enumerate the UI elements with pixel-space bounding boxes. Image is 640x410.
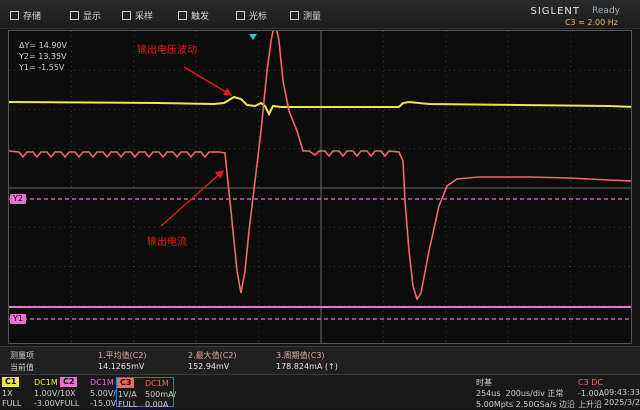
timebase-info[interactable]: 时基 254us 200us/div 正常 5.00Mpts 2.50GSa/s…	[476, 377, 575, 410]
top-menu-bar: 存储 显示 采样 触发 光标 测量 SIGLENT Ready C3 ≈ 2.0…	[0, 0, 640, 29]
menu-display[interactable]: 显示	[70, 8, 101, 22]
trigger-slope: 上升沿	[578, 400, 602, 409]
center-axes	[9, 31, 631, 343]
ch2-badge: C2	[60, 377, 78, 387]
cursor-y1-value: Y1= -1.55V	[19, 63, 65, 72]
menu-save[interactable]: 存储	[10, 8, 41, 22]
trigger-info[interactable]: C3 DC -1.00A 上升沿	[578, 377, 604, 410]
ch2-coupling: DC1M	[90, 378, 114, 387]
ch1-probe: 1X	[2, 389, 13, 398]
measure-item-2-value: 152.94mV	[188, 362, 230, 371]
ch2-probe: 10X	[60, 389, 76, 398]
cursor-readout: ΔY= 14.90V Y2= 13.35V Y1= -1.55V	[19, 40, 67, 73]
measure-item-3-value: 178.824mA (↑)	[276, 362, 338, 371]
clock-time: 09:43:33	[604, 388, 640, 397]
ch1-scale: 1.00V/	[34, 389, 60, 398]
trigger-source: C3 DC	[578, 378, 603, 387]
measurement-panel[interactable]: 测量项 当前值 1.平均值(C2) 14.1265mV 2.最大值(C2) 15…	[0, 346, 640, 375]
measure-item-2-name: 2.最大值(C2)	[188, 351, 237, 360]
waveform-canvas	[9, 31, 631, 343]
ch2-bandwidth: FULL	[60, 399, 80, 408]
cursor-y1-marker[interactable]: Y1	[10, 314, 26, 324]
trigger-position-marker	[249, 34, 257, 40]
measure-icon	[290, 10, 299, 20]
waveform-grid[interactable]: Y2 Y1 输出电压波动 输出电流	[8, 30, 632, 344]
clock-date: 2025/3/28	[604, 398, 640, 407]
menu-cursor[interactable]: 光标	[236, 8, 267, 22]
ch3-coupling: DC1M	[145, 379, 169, 388]
ch1-badge: C1	[2, 377, 20, 387]
measure-item-1-value: 14.1265mV	[98, 362, 145, 371]
ch3-probe: 1V/A	[118, 390, 137, 399]
ch1-bandwidth: FULL	[2, 399, 22, 408]
trigger-frequency-readout: C3 ≈ 2.00 Hz	[564, 18, 618, 27]
ch1-coupling: DC1M	[34, 378, 58, 387]
annotation-voltage-fluctuation: 输出电压波动	[137, 45, 197, 56]
trigger-icon	[178, 10, 187, 20]
channel-status-bar: C1 1X FULL DC1M 1.00V/ -3.00V C2 10X FUL…	[0, 374, 640, 409]
clock: 09:43:33 2025/3/28	[604, 388, 640, 408]
timebase-label: 时基	[476, 378, 492, 387]
cursor-icon	[236, 10, 245, 20]
annotation-output-current: 输出电流	[147, 237, 187, 248]
menu-measure[interactable]: 测量	[290, 8, 321, 22]
menu-sampling[interactable]: 采样	[122, 8, 153, 22]
display-icon	[70, 10, 79, 20]
ch3-info[interactable]: C3 1V/A FULL DC1M 500mA/ 0.00A	[116, 377, 177, 409]
measure-row-label-items: 测量项	[10, 351, 34, 360]
save-icon	[10, 10, 19, 20]
ch3-scale: 500mA/	[145, 390, 177, 399]
timebase-scale: 200us/div	[505, 389, 545, 398]
oscilloscope-screen: 存储 显示 采样 触发 光标 测量 SIGLENT Ready C3 ≈ 2.0…	[0, 0, 640, 409]
ch3-badge: C3	[117, 378, 135, 388]
ch1-info[interactable]: C1 1X FULL DC1M 1.00V/ -3.00V	[2, 377, 62, 408]
ch2-info[interactable]: C2 10X FULL DC1M 5.00V/ -15.0V	[60, 377, 117, 408]
cursor-delta-y: ΔY= 14.90V	[19, 41, 67, 50]
menu-trigger[interactable]: 触发	[178, 8, 209, 22]
timebase-position: 254us	[476, 389, 501, 398]
run-status: Ready	[592, 6, 620, 16]
measure-row-label-values: 当前值	[10, 363, 34, 372]
ch2-scale: 5.00V/	[90, 389, 116, 398]
cursor-y2-marker[interactable]: Y2	[10, 194, 26, 204]
trigger-level: -1.00A	[578, 389, 605, 398]
ch1-offset: -3.00V	[34, 399, 61, 408]
brand-logo: SIGLENT	[530, 6, 580, 17]
cursor-y2-value: Y2= 13.35V	[19, 52, 67, 61]
acquisition-mode: 正常	[547, 389, 564, 398]
sampling-icon	[122, 10, 131, 20]
ch2-offset: -15.0V	[90, 399, 117, 408]
measure-item-3-name: 3.周期值(C3)	[276, 351, 325, 360]
measure-item-1-name: 1.平均值(C2)	[98, 351, 147, 360]
